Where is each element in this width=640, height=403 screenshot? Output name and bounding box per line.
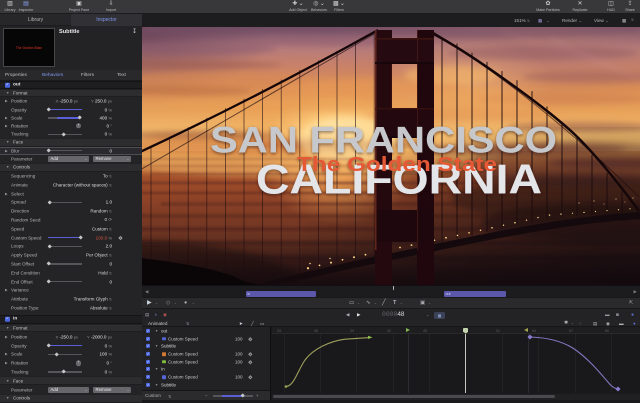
svg-text:The Golden State: The Golden State bbox=[297, 154, 497, 176]
